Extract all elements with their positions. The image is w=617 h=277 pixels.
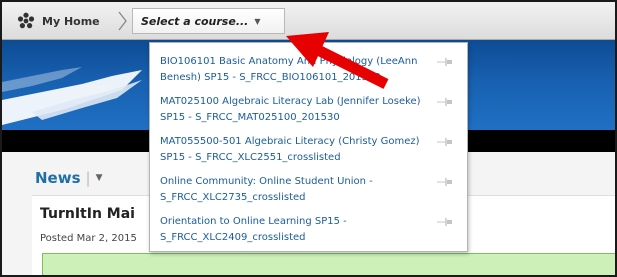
course-menu-item[interactable]: Orientation to Online Learning SP15 - S_F… (150, 211, 467, 249)
news-item-highlight-box (42, 253, 615, 275)
top-navbar: My Home Select a course... ▼ (2, 2, 615, 40)
course-menu-item[interactable]: MAT055500-501 Algebraic Literacy (Christ… (150, 131, 467, 169)
lms-window: My Home Select a course... ▼ News | ▼ Tu… (0, 0, 617, 277)
pin-icon[interactable] (437, 177, 453, 187)
chevron-right-icon (118, 11, 127, 31)
pin-icon[interactable] (437, 57, 453, 67)
pin-icon[interactable] (437, 97, 453, 107)
course-item-line2: S_FRCC_XLC2409_crosslisted (160, 232, 306, 243)
course-menu-item[interactable]: BIO106101 Basic Anatomy And Physiology (… (150, 51, 467, 89)
course-item-line1: Orientation to Online Learning SP15 - (160, 216, 347, 227)
course-item-line1: BIO106101 Basic Anatomy And Physiology (… (160, 56, 418, 67)
news-item-date: Posted Mar 2, 2015 (40, 233, 137, 244)
course-dropdown-menu: BIO106101 Basic Anatomy And Physiology (… (149, 42, 468, 252)
news-header: News | ▼ (35, 169, 103, 187)
caret-down-icon: ▼ (254, 16, 261, 26)
news-item-title[interactable]: TurnItIn Mai (40, 206, 135, 222)
course-item-line2: SP15 - S_FRCC_MAT025100_201530 (160, 112, 340, 123)
my-home-label: My Home (42, 14, 100, 28)
course-select-button[interactable]: Select a course... ▼ (132, 8, 285, 34)
news-title-separator: | (85, 169, 91, 187)
my-home-link[interactable]: My Home (16, 12, 100, 30)
course-item-line2: SP15 - S_FRCC_XLC2551_crosslisted (160, 152, 341, 163)
news-title[interactable]: News (35, 169, 81, 187)
course-select-label: Select a course... (141, 14, 249, 28)
caret-down-icon[interactable]: ▼ (96, 173, 103, 183)
course-item-line2: Benesh) SP15 - S_FRCC_BIO106101_201530 (160, 72, 381, 83)
course-menu-item[interactable]: Online Community: Online Student Union -… (150, 171, 467, 209)
pin-icon[interactable] (437, 217, 453, 227)
pin-icon[interactable] (437, 137, 453, 147)
course-menu-item[interactable]: MAT025100 Algebraic Literacy Lab (Jennif… (150, 91, 467, 129)
flower-home-icon (17, 12, 35, 29)
course-item-line2: S_FRCC_XLC2735_crosslisted (160, 192, 306, 203)
course-item-line1: Online Community: Online Student Union - (160, 176, 373, 187)
course-item-line1: MAT055500-501 Algebraic Literacy (Christ… (160, 136, 420, 147)
course-item-line1: MAT025100 Algebraic Literacy Lab (Jennif… (160, 96, 421, 107)
